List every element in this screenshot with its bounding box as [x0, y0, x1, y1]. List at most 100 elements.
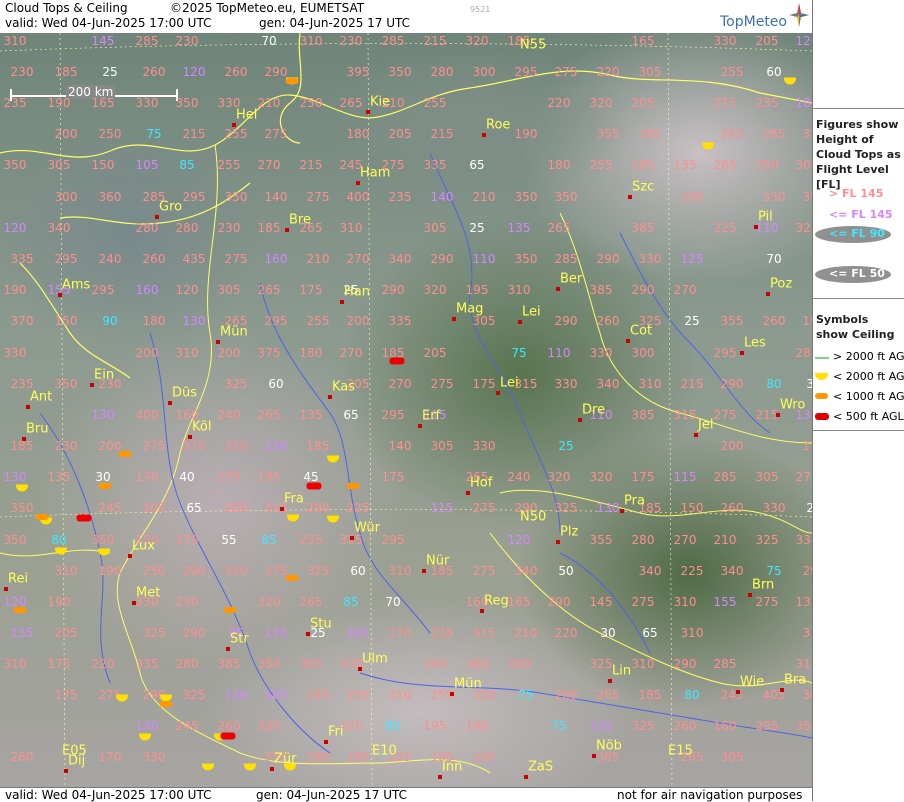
cloud-top-value: 310 — [3, 657, 27, 671]
ceiling-symbol-below-500ft — [389, 357, 405, 365]
city-marker — [226, 647, 230, 651]
cloud-top-value: 275 — [795, 470, 812, 484]
cloud-top-value: 350 — [3, 158, 27, 172]
cloud-top-value: 340 — [596, 377, 620, 391]
cloud-top-value: 295 — [381, 533, 405, 547]
image-code: 9521 — [470, 5, 491, 14]
legend-ceiling-label: < 500 ft AGL — [833, 410, 904, 423]
cloud-top-value: 210 — [514, 626, 538, 640]
legend-fl-label: <= FL 70 — [829, 248, 885, 261]
cloud-top-value: 310 — [175, 346, 199, 360]
cloud-top-value: 350 — [514, 190, 538, 204]
cloud-top-value: 225 — [713, 221, 737, 235]
cloud-top-value: 135 — [264, 626, 288, 640]
satellite-map[interactable]: 200 km 252525606565656035457070706065502… — [0, 33, 812, 787]
city-marker — [340, 300, 344, 304]
cloud-top-value: 260 — [224, 65, 248, 79]
city-marker — [592, 754, 596, 758]
cloud-top-value: 265 — [257, 283, 281, 297]
cloud-top-value: 180 — [299, 346, 323, 360]
cloud-top-value: 90 — [102, 314, 118, 328]
cloud-top-value: 215 — [182, 127, 206, 141]
cloud-top-value: 305 — [430, 439, 454, 453]
cloud-top-value: 375 — [182, 439, 206, 453]
graticule-label: E10 — [372, 743, 397, 759]
cloud-top-value: 325 — [257, 719, 281, 733]
cloud-top-value: 60 — [766, 65, 782, 79]
cloud-top-value: 310 — [224, 439, 248, 453]
cloud-top-value: 340 — [388, 252, 412, 266]
ceiling-symbol-below-1000ft — [118, 451, 132, 457]
cloud-top-value: 295 — [54, 252, 78, 266]
cloud-top-value: 270 — [388, 377, 412, 391]
cloud-top-value: 80 — [766, 377, 782, 391]
cloud-top-value: 180 — [142, 314, 166, 328]
city-label: Gro — [159, 199, 183, 215]
cloud-top-value: 150 — [680, 501, 704, 515]
cloud-top-value: 305 — [720, 750, 744, 764]
city-label: Reg — [484, 593, 509, 609]
cloud-top-value: 75 — [551, 719, 567, 733]
city-label: Lei — [522, 304, 541, 320]
cloud-top-value: 230 — [10, 65, 34, 79]
city-label: Roe — [486, 117, 511, 133]
cloud-top-value: 195 — [465, 283, 489, 297]
cloud-top-value: 65 — [186, 501, 202, 515]
city-marker — [620, 509, 624, 513]
cloud-top-value: 285 — [381, 34, 405, 48]
city-marker — [155, 215, 159, 219]
cloud-top-value: 310 — [388, 564, 412, 578]
cloud-top-value: 220 — [547, 96, 571, 110]
graticule-label: N55 — [520, 37, 547, 53]
cloud-top-value: 325 — [224, 377, 248, 391]
legend-panel: Figures show Height of Cloud Tops as Fli… — [812, 0, 904, 801]
cloud-top-value: 235 — [430, 626, 454, 640]
cloud-top-value: 275 — [554, 65, 578, 79]
cloud-top-value: 85 — [179, 158, 195, 172]
cloud-top-value: 135 — [47, 470, 71, 484]
city-label: Lin — [612, 663, 632, 679]
cloud-top-value: 85 — [385, 719, 401, 733]
footer-bar: valid: Wed 04-Jun-2025 17:00 UTC gen: 04… — [0, 787, 812, 802]
cloud-top-value: 25 — [469, 221, 485, 235]
ceiling-symbol-below-1000ft — [98, 483, 112, 489]
cloud-top-value: 210 — [306, 252, 330, 266]
cloud-top-value: 130 — [91, 408, 115, 422]
cloud-top-value: 70 — [385, 595, 401, 609]
city-label: ZaS — [528, 759, 554, 775]
cloud-top-value: 310 — [388, 688, 412, 702]
cloud-top-value: 205 — [388, 127, 412, 141]
cloud-top-value: 290 — [182, 626, 206, 640]
cloud-top-value: 270 — [339, 346, 363, 360]
city-label: Fri — [328, 724, 344, 740]
cloud-top-value: 235 — [299, 533, 323, 547]
cloud-top-value: 75 — [766, 564, 782, 578]
city-marker — [216, 340, 220, 344]
cloud-top-value: 200 — [98, 439, 122, 453]
cloud-top-value: 30 — [95, 470, 111, 484]
city-label: Bra — [784, 672, 807, 688]
city-marker — [748, 593, 752, 597]
cloud-top-value: 205 — [423, 346, 447, 360]
cloud-top-value: 330 — [802, 127, 812, 141]
cloud-top-value: 320 — [257, 595, 281, 609]
header-bar: Cloud Tops & Ceiling ©2025 TopMeteo.eu, … — [0, 0, 812, 34]
cloud-top-value: 165 — [507, 595, 531, 609]
cloud-top-value: 65 — [469, 158, 485, 172]
cloud-top-value: 175 — [472, 377, 496, 391]
cloud-top-value: 315 — [673, 408, 697, 422]
cloud-top-value: 200 — [346, 688, 370, 702]
cloud-top-value: 120 — [175, 283, 199, 297]
city-marker — [556, 287, 560, 291]
cloud-top-value: 125 — [680, 252, 704, 266]
city-label: Lei — [500, 375, 519, 391]
legend-fl-label: <= FL 50 — [829, 267, 885, 280]
cloud-top-value: 290 — [673, 657, 697, 671]
city-marker — [306, 632, 310, 636]
cloud-top-value: 85 — [343, 595, 359, 609]
cloud-top-value: 190 — [3, 283, 27, 297]
cloud-top-value: 275 — [430, 377, 454, 391]
cloud-top-value: 140 — [264, 190, 288, 204]
city-marker — [128, 554, 132, 558]
cloud-top-value: 115 — [430, 501, 454, 515]
